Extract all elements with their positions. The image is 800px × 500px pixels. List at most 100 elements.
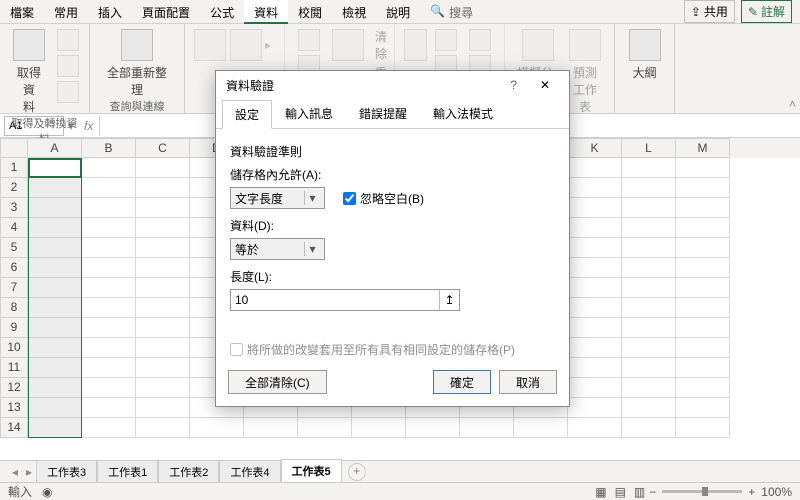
sheet-nav-next[interactable]: ▸ [22,465,36,479]
menu-review[interactable]: 校閱 [288,0,332,24]
cell[interactable] [568,398,622,418]
cell[interactable] [622,398,676,418]
cell[interactable] [136,218,190,238]
cell[interactable] [568,198,622,218]
cell[interactable] [568,298,622,318]
zoom-in-button[interactable]: + [748,485,755,499]
cell[interactable] [82,318,136,338]
view-pagelayout-icon[interactable]: ▤ [611,485,630,499]
ignore-blank-checkbox[interactable]: 忽略空白(B) [343,190,424,207]
menu-search[interactable]: 🔍 搜尋 [420,0,483,24]
row-header[interactable]: 11 [0,358,28,378]
cell[interactable] [622,178,676,198]
cell[interactable] [676,218,730,238]
sheet-tab[interactable]: 工作表3 [36,460,97,483]
cell[interactable] [568,358,622,378]
cell[interactable] [568,278,622,298]
cell[interactable] [298,418,352,438]
cell[interactable] [622,158,676,178]
refresh-all-button[interactable]: 全部重新整理 [98,28,176,98]
cell[interactable] [676,278,730,298]
cell[interactable] [82,178,136,198]
cell[interactable] [622,218,676,238]
macro-record-icon[interactable]: ◉ [42,485,52,499]
add-sheet-button[interactable]: + [348,463,366,481]
menu-file[interactable]: 檔案 [0,0,44,24]
row-header[interactable]: 3 [0,198,28,218]
cell[interactable] [82,398,136,418]
cell[interactable] [190,418,244,438]
menu-data[interactable]: 資料 [244,0,288,24]
menu-home[interactable]: 常用 [44,0,88,24]
row-header[interactable]: 13 [0,398,28,418]
cell[interactable] [136,338,190,358]
active-cell[interactable] [28,158,82,178]
row-header[interactable]: 10 [0,338,28,358]
tab-settings[interactable]: 設定 [222,100,272,129]
cell[interactable] [136,358,190,378]
dialog-help-button[interactable]: ? [500,78,527,92]
row-header[interactable]: 12 [0,378,28,398]
allow-select[interactable]: 文字長度▾ [230,187,325,209]
cell[interactable] [136,418,190,438]
cell[interactable] [136,258,190,278]
cell[interactable] [136,318,190,338]
cell[interactable] [82,198,136,218]
cell[interactable] [622,418,676,438]
ignore-blank-input[interactable] [343,192,356,205]
cell[interactable] [622,258,676,278]
cell[interactable] [136,198,190,218]
data-select[interactable]: 等於▾ [230,238,325,260]
cell[interactable] [622,278,676,298]
col-header[interactable]: A [28,138,82,158]
menu-view[interactable]: 檢視 [332,0,376,24]
col-header[interactable]: L [622,138,676,158]
cell[interactable] [676,298,730,318]
cell[interactable] [622,318,676,338]
ribbon-collapse-icon[interactable]: ˄ [789,97,796,111]
cell[interactable] [622,198,676,218]
cell[interactable] [568,178,622,198]
menu-insert[interactable]: 插入 [88,0,132,24]
menu-pagelayout[interactable]: 頁面配置 [132,0,200,24]
tab-ime-mode[interactable]: 輸入法模式 [420,99,506,128]
cell[interactable] [352,418,406,438]
view-pagebreak-icon[interactable]: ▥ [630,485,649,499]
sheet-tab[interactable]: 工作表4 [219,460,280,483]
range-picker-button[interactable]: ↥ [439,290,459,310]
cell[interactable] [136,278,190,298]
cell[interactable] [82,238,136,258]
cell[interactable] [82,218,136,238]
cell[interactable] [676,318,730,338]
cell[interactable] [568,258,622,278]
cell[interactable] [676,258,730,278]
get-data-button[interactable]: 取得資 料 [8,28,50,115]
cell[interactable] [460,418,514,438]
cell[interactable] [82,258,136,278]
row-header[interactable]: 4 [0,218,28,238]
comment-button[interactable]: ✎註解 [741,0,792,23]
row-header[interactable]: 5 [0,238,28,258]
cell[interactable] [568,238,622,258]
tab-input-message[interactable]: 輸入訊息 [272,99,346,128]
cell[interactable] [568,418,622,438]
row-header[interactable]: 2 [0,178,28,198]
cell[interactable] [568,318,622,338]
cell[interactable] [82,418,136,438]
cell[interactable] [136,378,190,398]
cell[interactable] [676,178,730,198]
col-header[interactable]: M [676,138,730,158]
cell[interactable] [676,338,730,358]
row-header[interactable]: 6 [0,258,28,278]
menu-formulas[interactable]: 公式 [200,0,244,24]
clear-filter[interactable]: 清除 [375,28,387,62]
cancel-button[interactable]: 取消 [499,370,557,394]
share-button[interactable]: ⇪共用 [684,0,735,23]
row-header[interactable]: 8 [0,298,28,318]
apply-all-checkbox[interactable]: 將所做的改變套用至所有具有相同設定的儲存格(P) [230,341,555,358]
apply-all-input[interactable] [230,343,243,356]
row-header[interactable]: 1 [0,158,28,178]
cell[interactable] [514,418,568,438]
cell[interactable] [136,178,190,198]
sheet-tab[interactable]: 工作表5 [281,459,342,484]
